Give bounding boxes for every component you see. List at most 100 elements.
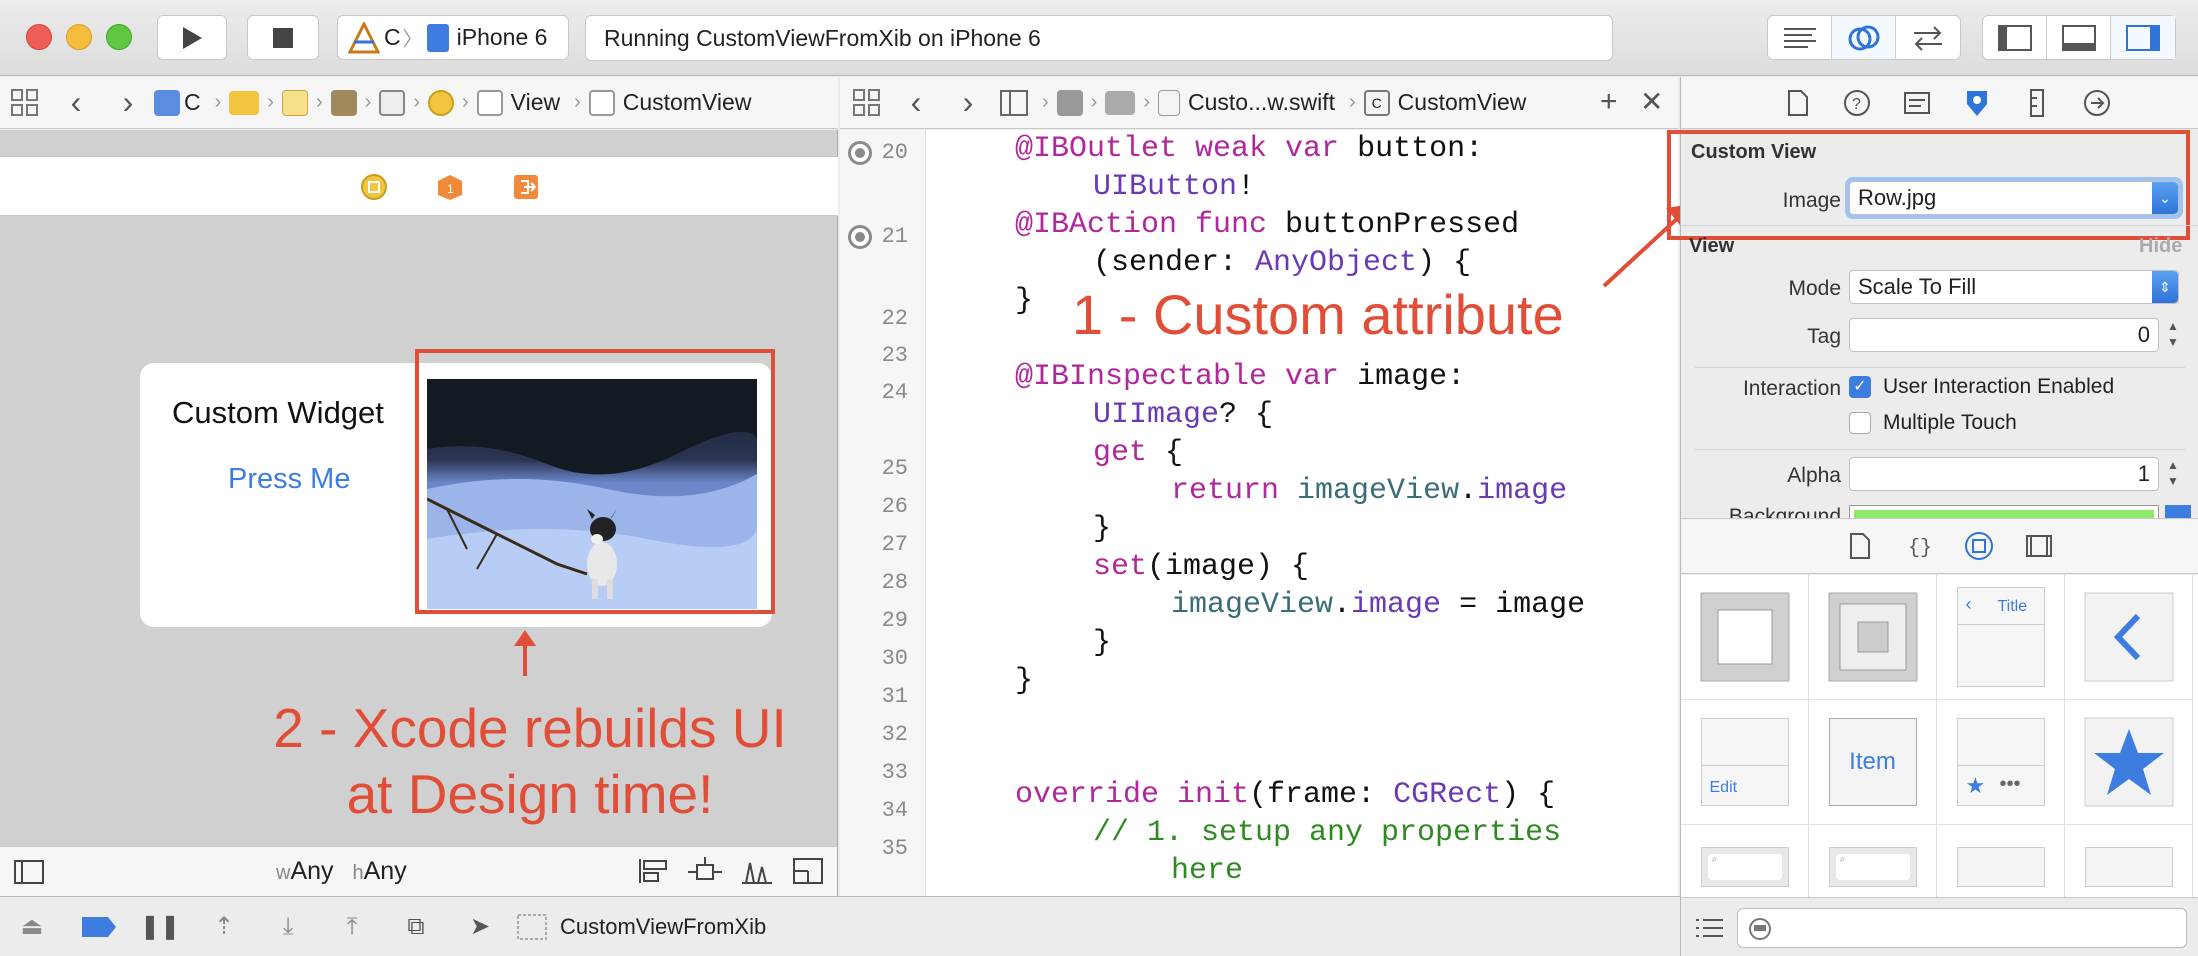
first-responder-icon[interactable]: 1 xyxy=(436,173,464,201)
media-library-icon[interactable] xyxy=(2009,531,2069,561)
related-items-grid-icon[interactable] xyxy=(852,88,882,118)
list-view-icon[interactable] xyxy=(1695,916,1723,940)
jump-project[interactable]: C xyxy=(154,89,201,116)
close-editor-icon[interactable]: ✕ xyxy=(1640,85,1663,118)
related-items-grid-icon[interactable] xyxy=(10,88,40,118)
folder-icon[interactable] xyxy=(229,90,260,115)
jump-class[interactable]: C CustomView xyxy=(1363,89,1526,116)
library-item-tab-bar[interactable]: ★ ••• xyxy=(1937,700,2065,825)
line-number: 33 xyxy=(881,760,908,785)
background-popup-arrow[interactable] xyxy=(2165,505,2191,518)
file-inspector-icon[interactable] xyxy=(1767,88,1827,118)
forward-arrow-icon[interactable]: › xyxy=(942,84,994,121)
connections-inspector-icon[interactable] xyxy=(2067,88,2127,118)
object-library-icon[interactable] xyxy=(1949,531,2009,561)
pin-icon[interactable] xyxy=(688,857,722,885)
jump-swift-file[interactable]: Custo...w.swift xyxy=(1158,89,1335,116)
library-item-back-button[interactable] xyxy=(2065,575,2193,700)
location-icon[interactable]: ➤ xyxy=(448,912,512,941)
forward-arrow-icon[interactable]: › xyxy=(102,84,154,121)
chevron-right-icon: › xyxy=(364,91,372,113)
tag-label: Tag xyxy=(1807,325,1841,348)
step-into-icon[interactable]: ⤓ xyxy=(256,913,320,941)
pause-icon[interactable]: ❚❚ xyxy=(128,912,192,941)
xib-file-icon[interactable] xyxy=(281,89,308,116)
run-button[interactable] xyxy=(157,15,227,60)
hide-debug-area-icon[interactable]: ⏏ xyxy=(0,912,64,941)
exit-icon[interactable] xyxy=(512,173,540,201)
size-class-selector[interactable]: wAny hAny xyxy=(276,857,407,886)
jump-view[interactable]: View xyxy=(476,89,560,116)
assistant-split-icon[interactable] xyxy=(1000,89,1028,116)
line-number: 21 xyxy=(881,224,908,249)
mode-popup[interactable]: Scale To Fill ⇕ xyxy=(1849,270,2179,304)
owner-icon[interactable] xyxy=(330,89,357,116)
resolve-auto-layout-icon[interactable] xyxy=(740,857,774,885)
library-filter-field[interactable] xyxy=(1737,908,2187,948)
step-out-icon[interactable]: ⤒ xyxy=(320,913,384,941)
object-icon[interactable] xyxy=(427,89,454,116)
press-me-button[interactable]: Press Me xyxy=(228,463,350,496)
document-outline-toggle-icon[interactable] xyxy=(14,860,44,884)
library-item-view[interactable] xyxy=(1681,575,1809,700)
line-number: 23 xyxy=(881,343,908,368)
folder-gray-icon[interactable] xyxy=(1105,90,1136,115)
size-inspector-icon[interactable] xyxy=(2007,88,2067,118)
standard-editor-button[interactable] xyxy=(1768,16,1832,59)
breakpoints-toggle-icon[interactable] xyxy=(64,913,128,941)
toggle-utilities-button[interactable] xyxy=(2111,16,2175,59)
file-template-library-icon[interactable] xyxy=(1829,531,1889,561)
multiple-touch-checkbox[interactable] xyxy=(1849,412,1871,434)
files-owner-icon[interactable] xyxy=(360,173,388,201)
jump-customview[interactable]: CustomView xyxy=(588,89,752,116)
user-interaction-checkbox[interactable]: ✓ xyxy=(1849,376,1871,398)
library-item-toolbar[interactable]: Edit xyxy=(1681,700,1809,825)
stop-button[interactable] xyxy=(247,15,319,60)
project-gray-icon[interactable] xyxy=(1056,89,1083,116)
custom-attribute-annotation: 1 - Custom attribute xyxy=(1072,283,1564,346)
view-icon xyxy=(476,89,503,116)
add-editor-icon[interactable]: + xyxy=(1600,85,1618,119)
scheme-selector[interactable]: C 〉 iPhone 6 xyxy=(337,15,569,60)
view-debugger-icon[interactable]: ⧉ xyxy=(384,913,448,941)
library-item-container-view[interactable] xyxy=(1809,575,1937,700)
code-snippet-library-icon[interactable]: {} xyxy=(1889,531,1949,561)
alpha-field[interactable]: 1 xyxy=(1849,457,2159,491)
background-color-well[interactable] xyxy=(1849,505,2159,518)
back-arrow-icon[interactable]: ‹ xyxy=(890,84,942,121)
attributes-inspector-icon[interactable] xyxy=(1947,88,2007,118)
chevron-right-icon: 〉 xyxy=(402,29,423,51)
jump-customview-label: CustomView xyxy=(622,89,752,115)
view-scene-icon[interactable] xyxy=(379,89,406,116)
more-dots-icon: ••• xyxy=(1999,773,2021,795)
quick-help-icon[interactable]: ? xyxy=(1827,88,1887,118)
line-number: 24 xyxy=(881,380,908,405)
size-class-w: Any xyxy=(290,857,334,885)
line-number: 27 xyxy=(881,532,908,557)
source-editor[interactable]: 20 21 22 23 24 25 26 27 28 29 30 31 32 3… xyxy=(840,130,1678,896)
interface-builder-canvas[interactable]: 1 Custom Widget Press Me 2 - Xcode rebui… xyxy=(0,130,838,846)
tag-field[interactable]: 0 xyxy=(1849,318,2159,352)
library-item-bar-button-item[interactable]: Item xyxy=(1809,700,1937,825)
toggle-debug-area-button[interactable] xyxy=(2047,16,2111,59)
resizing-behavior-icon[interactable] xyxy=(792,857,824,885)
toggle-navigator-button[interactable] xyxy=(1983,16,2047,59)
back-arrow-icon[interactable]: ‹ xyxy=(50,84,102,121)
alpha-stepper[interactable]: ▲ ▼ xyxy=(2165,457,2181,491)
zoom-window-button[interactable] xyxy=(106,24,132,50)
assistant-editor-button[interactable] xyxy=(1832,16,1896,59)
hide-section-button[interactable]: Hide xyxy=(2139,235,2182,258)
identity-inspector-icon[interactable] xyxy=(1887,88,1947,118)
line-number: 22 xyxy=(881,306,908,331)
tab-star-icon xyxy=(2084,717,2173,807)
step-over-icon[interactable]: ⇡ xyxy=(192,912,256,941)
library-item-navigation-bar[interactable]: ‹ Title xyxy=(1937,575,2065,700)
minimize-window-button[interactable] xyxy=(66,24,92,50)
close-window-button[interactable] xyxy=(26,24,52,50)
tag-stepper[interactable]: ▲ ▼ xyxy=(2165,318,2181,352)
line-number: 34 xyxy=(881,798,908,823)
library-item-tab-bar-item[interactable] xyxy=(2065,700,2193,825)
code-line-34: override init(frame: CGRect) { xyxy=(1015,778,1556,812)
version-editor-button[interactable] xyxy=(1896,16,1960,59)
align-icon[interactable] xyxy=(638,857,670,885)
